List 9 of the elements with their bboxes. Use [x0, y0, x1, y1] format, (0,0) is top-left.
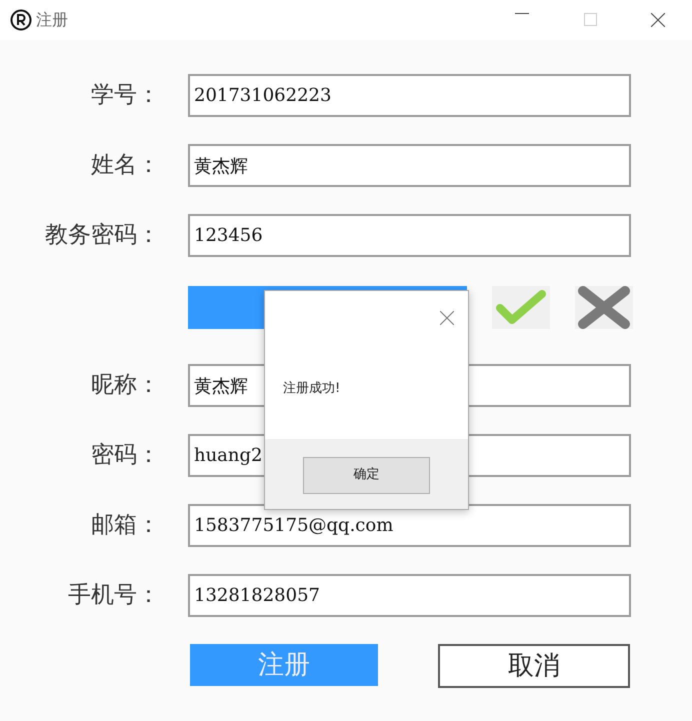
field-label: 邮箱：	[90, 511, 160, 540]
field-label: 姓名：	[90, 151, 160, 180]
field-label: 学号：	[90, 81, 160, 110]
field-label: 密码：	[90, 441, 160, 470]
window-title: 注册	[36, 9, 68, 31]
field-label: 昵称：	[90, 371, 160, 400]
field-label: 教务密码：	[44, 221, 160, 250]
field-label: 手机号：	[67, 581, 160, 610]
dialog-message: 注册成功!	[283, 380, 340, 398]
